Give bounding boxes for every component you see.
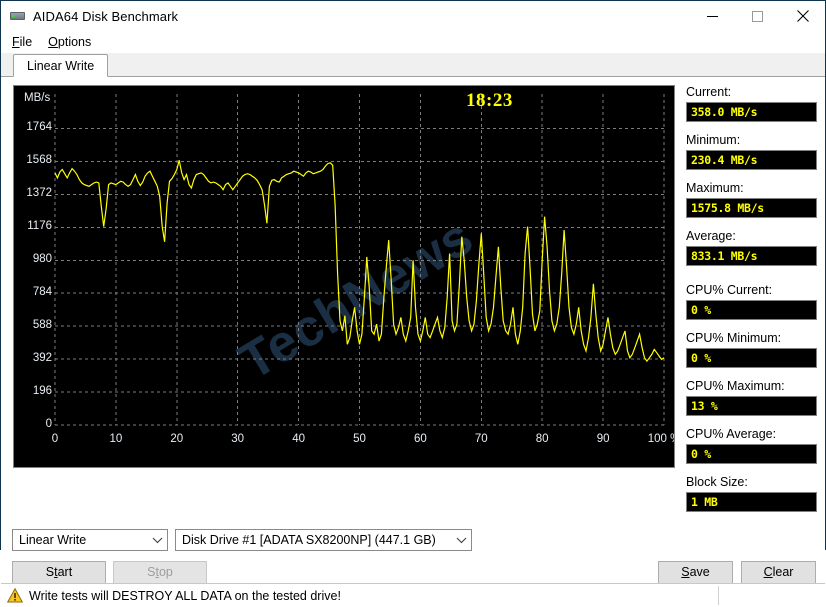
stop-button-label: op bbox=[158, 565, 173, 579]
maximize-icon[interactable] bbox=[735, 1, 780, 31]
stat-field-block-size: 1 MB bbox=[686, 492, 817, 512]
warning-triangle-icon bbox=[7, 588, 23, 603]
stat-value-cpu-minimum: 0 % bbox=[691, 351, 711, 365]
menu-bar: File Options bbox=[1, 31, 825, 53]
y-tick-label-0: 0 bbox=[45, 418, 52, 430]
y-tick-label-4: 784 bbox=[32, 286, 52, 299]
y-tick-label-3: 588 bbox=[32, 319, 52, 332]
status-separator bbox=[718, 586, 719, 605]
x-tick-label-7: 70 bbox=[474, 433, 488, 445]
statistics-panel: Current: 358.0 MB/s Minimum: 230.4 MB/s Maxi… bbox=[675, 85, 817, 523]
window-controls bbox=[690, 1, 825, 31]
y-tick-label-5: 980 bbox=[32, 253, 52, 266]
stat-label-block-size: Block Size: bbox=[686, 475, 748, 489]
disk-drive-select[interactable]: Disk Drive #1 [ADATA SX8200NP] (447.1 GB… bbox=[175, 529, 472, 551]
tab-linear-write[interactable]: Linear Write bbox=[13, 54, 109, 77]
minimize-icon[interactable] bbox=[690, 1, 735, 31]
y-tick-label-9: 1764 bbox=[26, 121, 52, 134]
stat-value-cpu-maximum: 13 % bbox=[691, 399, 718, 413]
x-tick-label-3: 30 bbox=[231, 433, 245, 445]
status-message: Write tests will DESTROY ALL DATA on the… bbox=[29, 588, 341, 603]
save-button-label: ave bbox=[689, 565, 710, 579]
chart-plot bbox=[54, 94, 665, 426]
stop-button: Stop bbox=[113, 560, 207, 584]
stat-field-minimum: 230.4 MB/s bbox=[686, 150, 817, 170]
stat-field-maximum: 1575.8 MB/s bbox=[686, 198, 817, 218]
stat-label-current: Current: bbox=[686, 85, 732, 99]
menu-item-file-label: ile bbox=[19, 35, 33, 49]
stat-label-cpu-average: CPU% Average: bbox=[686, 427, 777, 441]
stat-label-minimum: Minimum: bbox=[686, 133, 741, 147]
stat-field-cpu-current: 0 % bbox=[686, 300, 817, 320]
tab-linear-write-label: Linear Write bbox=[27, 58, 95, 73]
x-tick-label-5: 50 bbox=[353, 433, 366, 445]
x-tick-label-0: 0 bbox=[51, 433, 59, 445]
stat-value-cpu-current: 0 % bbox=[691, 303, 711, 317]
stat-value-average: 833.1 MB/s bbox=[691, 249, 758, 263]
benchmark-mode-value: Linear Write bbox=[19, 533, 87, 547]
menu-item-options-label: ptions bbox=[57, 35, 92, 49]
tab-strip: Linear Write bbox=[1, 53, 825, 77]
disk-drive-icon bbox=[10, 8, 26, 24]
y-tick-label-8: 1568 bbox=[26, 154, 52, 167]
benchmark-mode-select[interactable]: Linear Write bbox=[12, 529, 168, 551]
y-axis-unit-label: MB/s bbox=[24, 92, 51, 104]
y-tick-label-2: 392 bbox=[32, 352, 52, 365]
stat-field-cpu-maximum: 13 % bbox=[686, 396, 817, 416]
y-tick-label-6: 1176 bbox=[27, 220, 52, 233]
stat-value-block-size: 1 MB bbox=[691, 495, 718, 509]
aida64-disk-benchmark-window: AIDA64 Disk Benchmark File Options Linea… bbox=[0, 0, 826, 607]
save-button[interactable]: Save bbox=[658, 560, 733, 584]
stat-field-current: 358.0 MB/s bbox=[686, 102, 817, 122]
stat-label-average: Average: bbox=[686, 229, 736, 243]
stat-value-minimum: 230.4 MB/s bbox=[691, 153, 758, 167]
menu-item-file[interactable]: File bbox=[9, 33, 41, 51]
stat-value-cpu-average: 0 % bbox=[691, 447, 711, 461]
stat-value-maximum: 1575.8 MB/s bbox=[691, 201, 764, 215]
body-area: TechNews MB/s 18:23 0 196 392 588 784 980 1176… bbox=[1, 77, 825, 523]
disk-drive-value: Disk Drive #1 [ADATA SX8200NP] (447.1 GB… bbox=[182, 533, 436, 547]
controls-bar: Linear Write Disk Drive #1 [ADATA SX8200… bbox=[1, 523, 825, 584]
clear-button-label: lear bbox=[772, 565, 794, 579]
window-title: AIDA64 Disk Benchmark bbox=[33, 8, 179, 24]
menu-item-options[interactable]: Options bbox=[45, 33, 100, 51]
y-tick-label-1: 196 bbox=[32, 385, 52, 398]
elapsed-timer: 18:23 bbox=[466, 90, 513, 111]
stat-label-cpu-current: CPU% Current: bbox=[686, 283, 773, 297]
x-tick-label-2: 20 bbox=[170, 433, 184, 445]
title-bar: AIDA64 Disk Benchmark bbox=[1, 1, 825, 31]
start-button-label: art bbox=[57, 565, 73, 579]
x-tick-label-8: 80 bbox=[535, 433, 549, 445]
status-bar: Write tests will DESTROY ALL DATA on the… bbox=[1, 583, 825, 607]
stat-label-cpu-minimum: CPU% Minimum: bbox=[686, 331, 782, 345]
close-icon[interactable] bbox=[780, 1, 825, 31]
x-tick-label-4: 40 bbox=[292, 433, 305, 445]
x-tick-label-9: 90 bbox=[596, 433, 610, 445]
stat-field-average: 833.1 MB/s bbox=[686, 246, 817, 266]
y-tick-label-7: 1372 bbox=[26, 187, 52, 200]
x-tick-label-1: 10 bbox=[109, 433, 123, 445]
chevron-down-icon[interactable] bbox=[451, 537, 471, 544]
clear-button[interactable]: Clear bbox=[741, 560, 816, 584]
x-tick-label-10: 100 % bbox=[647, 433, 674, 445]
chevron-down-icon[interactable] bbox=[147, 537, 167, 544]
stat-field-cpu-minimum: 0 % bbox=[686, 348, 817, 368]
start-button[interactable]: Start bbox=[12, 560, 106, 584]
stat-field-cpu-average: 0 % bbox=[686, 444, 817, 464]
benchmark-chart: TechNews MB/s 18:23 0 196 392 588 784 980 1176… bbox=[13, 85, 675, 468]
x-tick-label-6: 60 bbox=[413, 433, 427, 445]
stat-label-cpu-maximum: CPU% Maximum: bbox=[686, 379, 785, 393]
stat-value-current: 358.0 MB/s bbox=[691, 105, 758, 119]
stat-label-maximum: Maximum: bbox=[686, 181, 744, 195]
